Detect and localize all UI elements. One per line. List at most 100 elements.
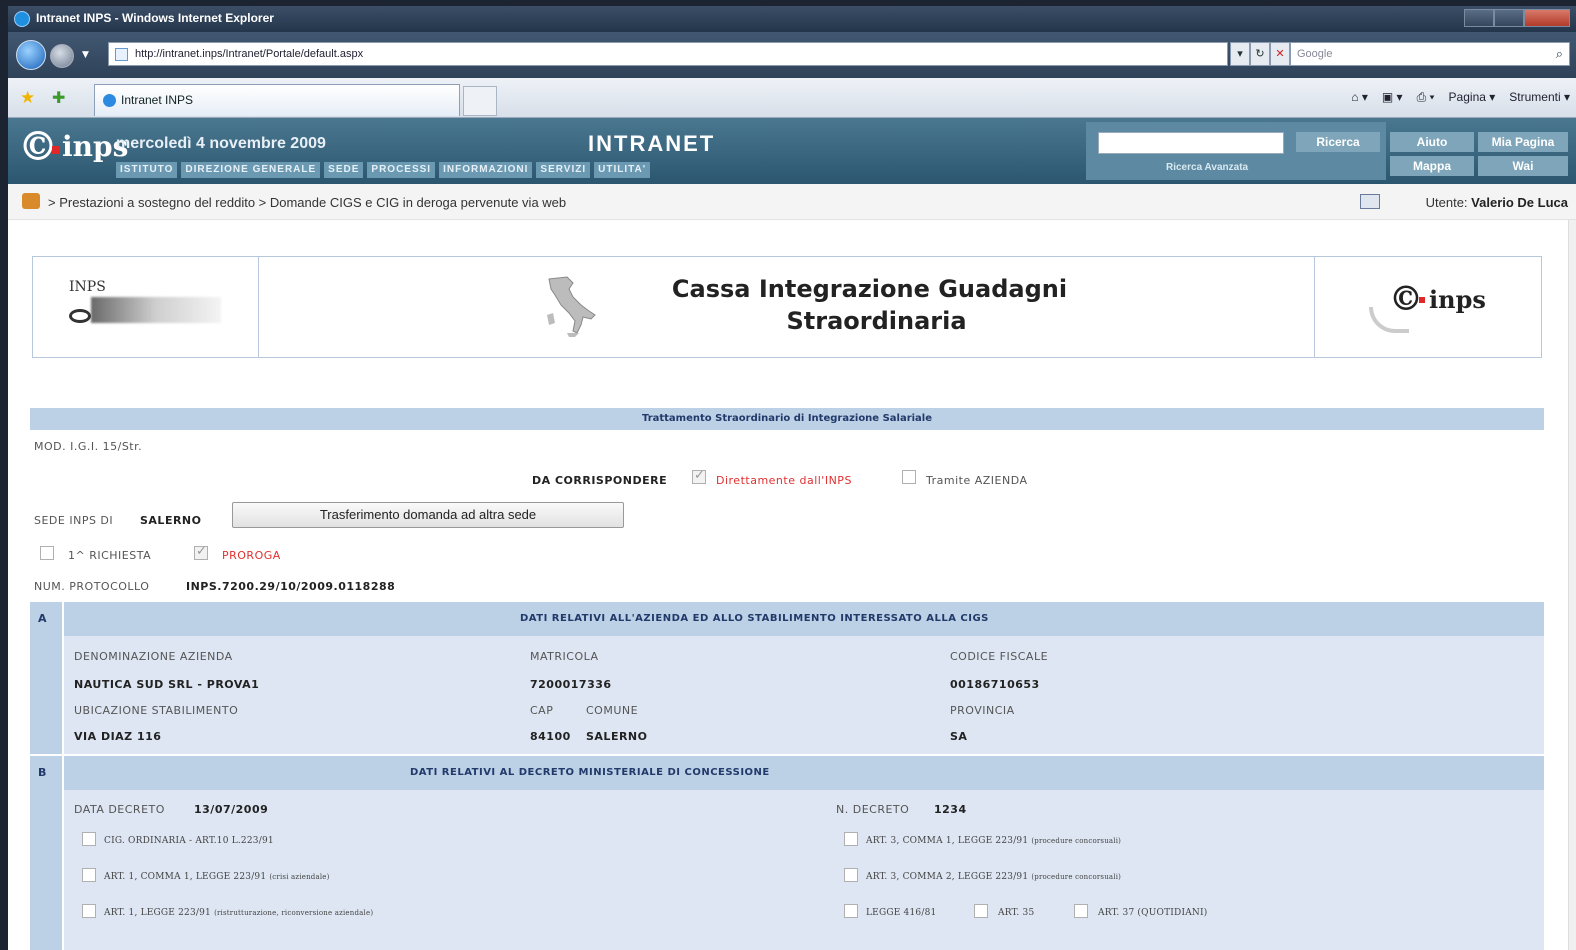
- menu-processi[interactable]: PROCESSI: [367, 162, 436, 178]
- page-title-line1: Cassa Integrazione Guadagni: [671, 275, 1068, 303]
- direct-label: Direttamente dall'INPS: [716, 474, 852, 487]
- history-dropdown-icon[interactable]: ▼: [82, 50, 90, 60]
- add-favorite-icon[interactable]: ✚: [52, 88, 65, 107]
- comune-label: COMUNE: [586, 704, 639, 717]
- ricerca-button[interactable]: Ricerca: [1296, 132, 1380, 152]
- fiscal-code-value: 00186710653: [950, 678, 1040, 691]
- menu-utilita[interactable]: UTILITA': [594, 162, 651, 178]
- company-checkbox[interactable]: [902, 470, 916, 484]
- first-request-checkbox[interactable]: [40, 546, 54, 560]
- mia-pagina-link[interactable]: Mia Pagina: [1478, 132, 1568, 152]
- search-input[interactable]: Google ⌕: [1290, 42, 1570, 66]
- transfer-button[interactable]: Trasferimento domanda ad altra sede: [232, 502, 624, 528]
- section-a: A DATI RELATIVI ALL'AZIENDA ED ALLO STAB…: [30, 602, 1544, 754]
- forward-button[interactable]: [50, 44, 74, 68]
- breadcrumb-path[interactable]: > Prestazioni a sostegno del reddito > D…: [48, 195, 566, 210]
- printer-icon[interactable]: [1360, 194, 1380, 209]
- new-tab-button[interactable]: [463, 86, 497, 116]
- art35-label: ART. 35: [998, 908, 1035, 918]
- header-title: INTRANET: [588, 131, 716, 156]
- province-value: SA: [950, 730, 968, 743]
- home-icon[interactable]: [22, 193, 40, 209]
- browser-window: Intranet INPS - Windows Internet Explore…: [8, 6, 1576, 950]
- stop-icon[interactable]: ✕: [1270, 42, 1290, 66]
- page-content: INPS Cassa Integrazione Guadagni Straord…: [8, 220, 1568, 950]
- menu-istituto[interactable]: ISTITUTO: [116, 162, 178, 178]
- page-menu[interactable]: Pagina ▾: [1449, 90, 1496, 105]
- page-title: Cassa Integrazione Guadagni Straordinari…: [259, 273, 1314, 337]
- tools-menu[interactable]: Strumenti ▾: [1509, 90, 1570, 105]
- favorites-star-icon[interactable]: ★: [20, 88, 35, 108]
- tab-ie-icon: [103, 94, 116, 107]
- vertical-scrollbar[interactable]: [1568, 220, 1576, 950]
- menu-direzione-generale[interactable]: DIREZIONE GENERALE: [181, 162, 321, 178]
- search-placeholder: Google: [1297, 48, 1333, 60]
- search-icon[interactable]: ⌕: [1556, 46, 1563, 62]
- art35-checkbox[interactable]: [974, 904, 988, 918]
- address-buttons: ▾ ↻ ✕: [1230, 42, 1290, 66]
- art37-label: ART. 37 (QUOTIDIANI): [1098, 908, 1208, 918]
- aiuto-link[interactable]: Aiuto: [1390, 132, 1474, 152]
- einps-logo-right: © inps: [1367, 279, 1497, 339]
- company-name-value: NAUTICA SUD SRL - PROVA1: [74, 678, 260, 691]
- art3-comma2-label: ART. 3, COMMA 2, LEGGE 223/91 (procedure…: [866, 872, 1122, 882]
- section-header: Trattamento Straordinario di Integrazion…: [30, 408, 1544, 430]
- art1-label: ART. 1, LEGGE 223/91 (ristrutturazione, …: [104, 908, 374, 918]
- art3-comma2-checkbox[interactable]: [844, 868, 858, 882]
- menu-servizi[interactable]: SERVIZI: [536, 162, 591, 178]
- art1-checkbox[interactable]: [82, 904, 96, 918]
- address-toolbar: ▼ http://intranet.inps/Intranet/Portale/…: [8, 32, 1576, 78]
- banner-middle: Cassa Integrazione Guadagni Straordinari…: [259, 257, 1315, 357]
- art1-comma1-checkbox[interactable]: [82, 868, 96, 882]
- sede-label: SEDE INPS DI: [34, 514, 114, 527]
- protocol-label: NUM. PROTOCOLLO: [34, 580, 150, 593]
- address-field[interactable]: http://intranet.inps/Intranet/Portale/de…: [108, 42, 1228, 66]
- da-corrispondere-label: DA CORRISPONDERE: [532, 474, 668, 487]
- proroga-checkbox[interactable]: [194, 544, 208, 560]
- art37-checkbox[interactable]: [1074, 904, 1088, 918]
- advanced-search-link[interactable]: Ricerca Avanzata: [1166, 162, 1248, 173]
- site-value: VIA DIAZ 116: [74, 730, 162, 743]
- mod-label: MOD. I.G.I. 15/Str.: [34, 440, 143, 453]
- window-controls: [1464, 9, 1570, 27]
- breadcrumb: > Prestazioni a sostegno del reddito > D…: [8, 184, 1576, 220]
- wai-link[interactable]: Wai: [1478, 156, 1568, 176]
- intranet-header: © inps mercoledì 4 novembre 2009 INTRANET…: [8, 118, 1576, 184]
- main-menu: ISTITUTO DIREZIONE GENERALE SEDE PROCESS…: [116, 162, 654, 178]
- section-b: B DATI RELATIVI AL DECRETO MINISTERIALE …: [30, 756, 1544, 950]
- art1-comma1-label: ART. 1, COMMA 1, LEGGE 223/91 (crisi azi…: [104, 872, 330, 882]
- menu-informazioni[interactable]: INFORMAZIONI: [439, 162, 533, 178]
- company-label: Tramite AZIENDA: [926, 474, 1028, 487]
- section-a-letter: A: [38, 612, 47, 625]
- decree-number-value: 1234: [934, 803, 967, 816]
- tab-intranet[interactable]: Intranet INPS: [94, 84, 460, 116]
- page-title-line2: Straordinaria: [786, 307, 967, 335]
- art3-comma1-checkbox[interactable]: [844, 832, 858, 846]
- user-name: Valerio De Luca: [1471, 195, 1568, 210]
- maximize-button[interactable]: [1494, 9, 1524, 27]
- fiscal-code-label: CODICE FISCALE: [950, 650, 1049, 663]
- direct-checkbox[interactable]: [692, 468, 706, 484]
- close-button[interactable]: [1524, 9, 1570, 27]
- header-search-input[interactable]: [1098, 132, 1284, 154]
- protocol-value: INPS.7200.29/10/2009.0118288: [186, 580, 396, 593]
- mappa-link[interactable]: Mappa: [1390, 156, 1474, 176]
- legge-416-checkbox[interactable]: [844, 904, 858, 918]
- matricola-value: 7200017336: [530, 678, 612, 691]
- section-a-title: DATI RELATIVI ALL'AZIENDA ED ALLO STABIL…: [520, 613, 989, 624]
- minimize-button[interactable]: [1464, 9, 1494, 27]
- print-icon[interactable]: ⎙ ▾: [1417, 90, 1435, 105]
- header-date: mercoledì 4 novembre 2009: [116, 135, 326, 152]
- menu-sede[interactable]: SEDE: [324, 162, 364, 178]
- comune-value: SALERNO: [586, 730, 648, 743]
- section-a-header: A DATI RELATIVI ALL'AZIENDA ED ALLO STAB…: [30, 602, 1544, 636]
- refresh-icon[interactable]: ↻: [1250, 42, 1270, 66]
- sede-value: SALERNO: [140, 514, 202, 527]
- address-dropdown-icon[interactable]: ▾: [1230, 42, 1250, 66]
- cap-value: 84100: [530, 730, 571, 743]
- back-button[interactable]: [16, 40, 46, 70]
- feeds-icon[interactable]: ▣ ▾: [1382, 90, 1403, 105]
- home-icon[interactable]: ⌂ ▾: [1351, 90, 1368, 105]
- page-icon: [115, 48, 128, 61]
- cig-ordinaria-checkbox[interactable]: [82, 832, 96, 846]
